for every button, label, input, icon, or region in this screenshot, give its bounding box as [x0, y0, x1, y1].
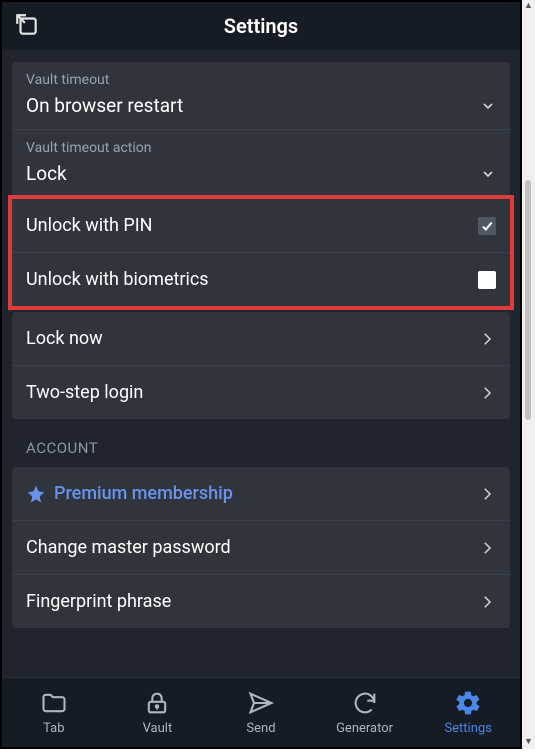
fingerprint-label: Fingerprint phrase [26, 591, 171, 612]
gear-icon [454, 689, 482, 717]
tab-bar: Tab Vault Send Generator Settings [2, 677, 520, 747]
chevron-right-icon [478, 330, 496, 348]
unlock-with-biometrics-row[interactable]: Unlock with biometrics [12, 253, 510, 306]
tab-generator[interactable]: Generator [313, 689, 417, 736]
unlock-pin-checkbox[interactable] [478, 217, 496, 235]
vault-timeout-label: Vault timeout [26, 72, 496, 88]
chevron-down-icon [480, 166, 496, 182]
premium-membership-row[interactable]: Premium membership [12, 467, 510, 521]
star-icon [26, 484, 46, 504]
account-section: Premium membership Change master passwor… [12, 467, 510, 628]
tab-settings[interactable]: Settings [416, 689, 520, 736]
scroll-down-arrow[interactable]: ▼ [522, 736, 535, 749]
chevron-right-icon [478, 485, 496, 503]
tab-label: Settings [444, 721, 491, 736]
refresh-icon [351, 689, 379, 717]
unlock-pin-label: Unlock with PIN [26, 215, 153, 236]
change-master-label: Change master password [26, 537, 231, 558]
tab-label: Vault [143, 721, 173, 736]
scroll-up-arrow[interactable]: ▲ [522, 0, 535, 13]
two-step-label: Two-step login [26, 382, 143, 403]
lock-now-row[interactable]: Lock now [12, 312, 510, 366]
tab-label: Generator [336, 721, 393, 736]
security-section: Vault timeout On browser restart Vault t… [12, 62, 510, 197]
popout-button[interactable] [14, 12, 40, 38]
tab-send[interactable]: Send [209, 689, 313, 736]
chevron-right-icon [478, 539, 496, 557]
settings-content: Vault timeout On browser restart Vault t… [2, 50, 520, 677]
premium-label: Premium membership [54, 483, 233, 504]
vault-timeout-action-value: Lock [26, 162, 67, 185]
tab-label: Tab [43, 721, 64, 736]
chevron-right-icon [478, 384, 496, 402]
tab-tab[interactable]: Tab [2, 689, 106, 736]
two-step-login-row[interactable]: Two-step login [12, 366, 510, 419]
unlock-bio-checkbox[interactable] [478, 271, 496, 289]
vault-timeout-value: On browser restart [26, 94, 183, 117]
unlock-with-pin-row[interactable]: Unlock with PIN [12, 199, 510, 253]
header: Settings [2, 2, 520, 50]
scrollbar[interactable]: ▲ ▼ [522, 0, 535, 749]
page-title: Settings [224, 14, 298, 38]
lock-now-label: Lock now [26, 328, 103, 349]
security-section-2: Lock now Two-step login [12, 312, 510, 419]
unlock-bio-label: Unlock with biometrics [26, 269, 209, 290]
vault-timeout-action-field[interactable]: Vault timeout action Lock [12, 130, 510, 197]
fingerprint-phrase-row[interactable]: Fingerprint phrase [12, 575, 510, 628]
vault-timeout-action-label: Vault timeout action [26, 140, 496, 156]
vault-timeout-field[interactable]: Vault timeout On browser restart [12, 62, 510, 130]
tab-vault[interactable]: Vault [106, 689, 210, 736]
change-master-password-row[interactable]: Change master password [12, 521, 510, 575]
chevron-down-icon [480, 98, 496, 114]
account-section-header: ACCOUNT [12, 425, 510, 467]
scroll-thumb[interactable] [525, 180, 531, 420]
tab-label: Send [246, 721, 275, 736]
chevron-right-icon [478, 593, 496, 611]
send-icon [247, 689, 275, 717]
lock-icon [143, 689, 171, 717]
folder-icon [40, 689, 68, 717]
highlight-annotation: Unlock with PIN Unlock with biometrics [8, 195, 514, 310]
